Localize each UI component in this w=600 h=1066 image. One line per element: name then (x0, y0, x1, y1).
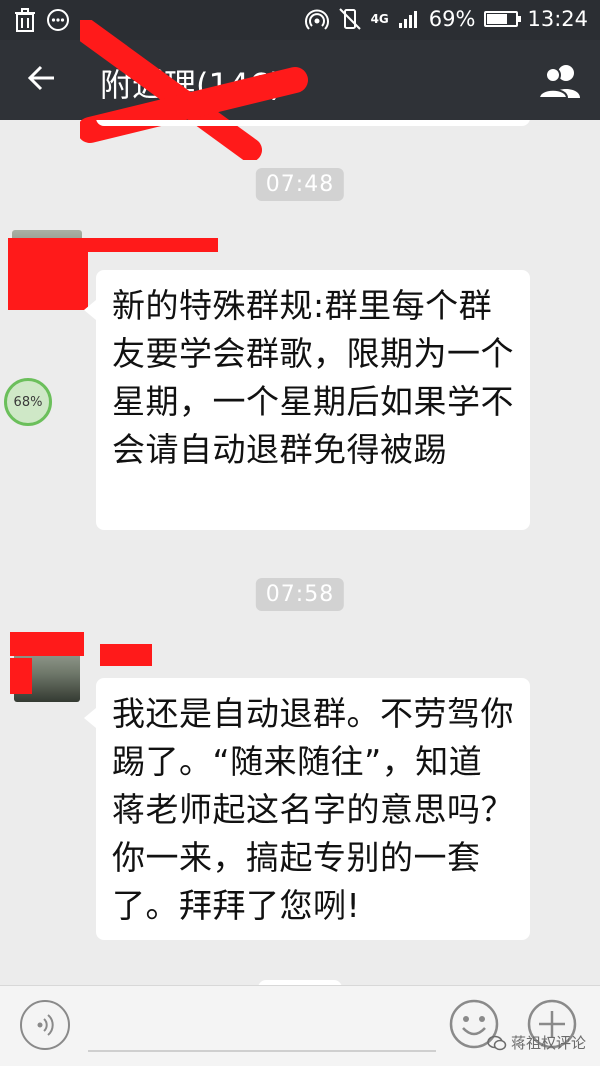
avatar-redaction (10, 632, 84, 656)
status-bar: 4G 69% 13:24 (0, 0, 600, 40)
timestamp: 07:58 (255, 578, 345, 611)
battery-icon (484, 11, 522, 27)
chat-title: 附近理(146) (100, 66, 283, 104)
hotspot-icon (304, 9, 329, 30)
avatar-redaction (10, 658, 32, 694)
battery-percent: 69% (428, 7, 476, 31)
input-bar: 蒋祖权评论 (0, 985, 600, 1066)
floating-progress-badge[interactable]: 68% (4, 378, 52, 426)
title-bar: 附近理(146) (0, 20, 600, 160)
message-input[interactable] (88, 1000, 436, 1052)
back-arrow-icon[interactable] (22, 58, 62, 98)
avatar-redaction (8, 238, 88, 310)
status-left (14, 8, 70, 32)
sender-name-redaction (82, 238, 218, 252)
message-bubble[interactable]: 新的特殊群规:群里每个群友要学会群歌，限期为一个星期，一个星期后如果学不会请自动… (84, 270, 530, 530)
previous-message-bubble[interactable] (96, 120, 530, 126)
chat-area[interactable]: 07:48 68% 新的特殊群规:群里每个群友要学会群歌，限期为一个星期，一个星… (0, 120, 600, 985)
network-type: 4G (370, 12, 389, 26)
vibrate-icon (338, 8, 361, 30)
message-bubble[interactable]: 我还是自动退群。不劳驾你踢了。“随来随往”，知道蒋老师起这名字的意思吗？你一来，… (84, 678, 530, 940)
wechat-logo-icon (487, 1035, 507, 1050)
watermark-text: 蒋祖权评论 (510, 1034, 586, 1052)
timestamp: 07:48 (255, 168, 345, 201)
chat-bubble-icon (47, 9, 69, 31)
trash-icon (15, 8, 35, 32)
watermark: 蒋祖权评论 (487, 1032, 586, 1053)
voice-icon (37, 1014, 54, 1036)
signal-icon (398, 11, 417, 28)
status-right: 4G 69% 13:24 (304, 7, 588, 31)
sender-name-redaction (100, 644, 152, 666)
group-members-icon[interactable] (536, 60, 584, 100)
clock: 13:24 (527, 7, 588, 31)
battery-fill (487, 14, 507, 24)
voice-button[interactable] (20, 1000, 70, 1050)
